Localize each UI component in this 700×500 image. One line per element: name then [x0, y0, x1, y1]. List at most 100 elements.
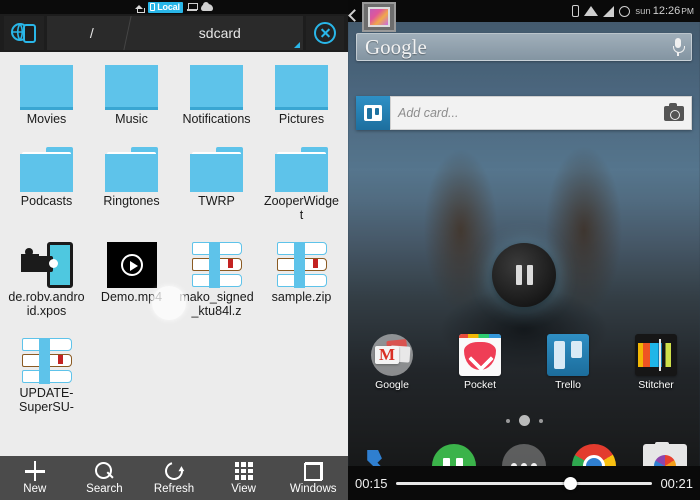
- file-label: de.robv.android.xpos: [8, 290, 85, 318]
- file-item-notifications[interactable]: Notifications: [174, 52, 259, 126]
- apk-icon: [20, 230, 73, 288]
- file-item-sample-zip[interactable]: sample.zip: [259, 230, 344, 318]
- folder-icon: [190, 134, 243, 192]
- file-manager-panel: Local / sdcard Movies Music Notification…: [0, 0, 348, 500]
- scrubber-total-time: 00:21: [660, 475, 693, 491]
- folder-icon: [275, 52, 328, 110]
- local-badge-label: Local: [157, 1, 180, 12]
- scrubber-handle[interactable]: [563, 476, 577, 490]
- file-row: UPDATE-SuperSU-: [4, 326, 344, 414]
- toolbar-windows-button[interactable]: Windows: [278, 456, 348, 500]
- archive-icon: [191, 230, 242, 288]
- status-weekday: sun: [635, 6, 651, 17]
- pause-icon-bar: [526, 265, 533, 285]
- video-scrubber[interactable]: 00:15 00:21: [348, 466, 700, 500]
- file-item-podcasts[interactable]: Podcasts: [4, 134, 89, 222]
- toolbar-label: View: [231, 483, 256, 495]
- folder-icon: [105, 52, 158, 110]
- video-icon: [106, 230, 157, 288]
- app-label: Stitcher: [638, 379, 674, 391]
- file-item-music[interactable]: Music: [89, 52, 174, 126]
- computer-icon[interactable]: [186, 3, 198, 11]
- local-connection-badge[interactable]: Local: [148, 1, 183, 13]
- app-shortcut-google[interactable]: Google: [348, 334, 436, 396]
- toolbar-new-button[interactable]: New: [0, 456, 70, 500]
- fm-status-bar: Local: [0, 0, 348, 14]
- camera-icon[interactable]: [664, 102, 684, 121]
- scrubber-current-time: 00:15: [355, 475, 388, 491]
- page-dot-active[interactable]: [518, 415, 530, 426]
- file-item-ringtones[interactable]: Ringtones: [89, 134, 174, 222]
- screenshot-stage: Local / sdcard Movies Music Notification…: [0, 0, 700, 500]
- toolbar-label: Search: [86, 483, 123, 495]
- toolbar-search-button[interactable]: Search: [70, 456, 140, 500]
- file-label: Podcasts: [20, 194, 73, 208]
- app-shortcut-stitcher[interactable]: Stitcher: [612, 334, 700, 396]
- file-item-supersu-zip[interactable]: UPDATE-SuperSU-: [4, 326, 89, 414]
- file-label: sample.zip: [271, 290, 332, 304]
- file-label: Pictures: [278, 112, 325, 126]
- google-folder-icon: [371, 334, 413, 376]
- bluetooth-icon: [572, 5, 580, 17]
- app-label: Google: [375, 379, 409, 391]
- toolbar-label: New: [23, 483, 47, 495]
- touch-ripple-indicator: [152, 286, 186, 320]
- breadcrumb[interactable]: / sdcard: [47, 16, 303, 50]
- search-icon: [95, 461, 113, 481]
- windows-icon: [303, 461, 323, 481]
- file-item-movies[interactable]: Movies: [4, 52, 89, 126]
- microphone-icon[interactable]: [673, 38, 685, 56]
- toolbar-view-button[interactable]: View: [209, 456, 279, 500]
- trello-widget[interactable]: Add card...: [356, 96, 692, 130]
- breadcrumb-sdcard-label: sdcard: [198, 25, 241, 41]
- page-dot[interactable]: [505, 418, 510, 423]
- file-item-zooperwidget[interactable]: ZooperWidget: [259, 134, 344, 222]
- toolbar-label: Windows: [289, 483, 337, 495]
- toolbar-label: Refresh: [153, 483, 195, 495]
- home-screen-panel: sun 12:26PM Google Add card... M Google …: [348, 0, 700, 500]
- phone-icon: [150, 3, 156, 11]
- grid-icon: [234, 461, 253, 481]
- file-label: Movies: [26, 112, 67, 126]
- file-item-mako-zip[interactable]: mako_signed_ktu84l.z: [174, 230, 259, 318]
- file-label: mako_signed_ktu84l.z: [179, 290, 254, 318]
- cloud-icon[interactable]: [200, 1, 213, 11]
- close-tab-button[interactable]: [306, 16, 344, 50]
- trello-logo-icon: [356, 96, 390, 130]
- wifi-icon: [584, 6, 599, 16]
- pause-button[interactable]: [492, 243, 556, 307]
- app-label: Pocket: [463, 379, 497, 391]
- file-item-twrp[interactable]: TWRP: [174, 134, 259, 222]
- toolbar-refresh-button[interactable]: Refresh: [139, 456, 209, 500]
- breadcrumb-segment-sdcard[interactable]: sdcard: [137, 16, 303, 50]
- file-label: Notifications: [182, 112, 251, 126]
- folder-icon: [20, 134, 73, 192]
- status-clock: sun 12:26PM: [635, 5, 694, 17]
- android-status-bar: sun 12:26PM: [348, 0, 700, 22]
- address-bar: / sdcard: [0, 14, 348, 52]
- breadcrumb-root-label: /: [89, 25, 94, 41]
- add-card-input[interactable]: Add card...: [390, 96, 692, 130]
- app-shortcut-trello[interactable]: Trello: [524, 334, 612, 396]
- device-globe-icon[interactable]: [4, 16, 44, 50]
- app-shortcut-pocket[interactable]: Pocket: [436, 334, 524, 396]
- scrubber-track[interactable]: [395, 476, 653, 490]
- file-grid[interactable]: Movies Music Notifications Pictures Podc…: [0, 52, 348, 456]
- pocket-icon: [459, 334, 501, 376]
- folder-icon: [275, 134, 328, 192]
- page-dot[interactable]: [538, 418, 543, 423]
- pause-icon-bar: [515, 265, 522, 285]
- trello-icon: [547, 334, 589, 376]
- google-search-widget[interactable]: Google: [356, 33, 692, 61]
- add-card-placeholder: Add card...: [398, 106, 459, 120]
- file-row: Podcasts Ringtones TWRP ZooperWidget: [4, 134, 344, 222]
- status-meridiem: PM: [681, 6, 694, 16]
- folder-icon: [190, 52, 243, 110]
- file-item-pictures[interactable]: Pictures: [259, 52, 344, 126]
- folder-icon: [105, 134, 158, 192]
- breadcrumb-segment-root[interactable]: /: [47, 16, 137, 50]
- alarm-icon: [619, 5, 631, 17]
- file-item-xposed-apk[interactable]: de.robv.android.xpos: [4, 230, 89, 318]
- gallery-icon[interactable]: [362, 2, 396, 32]
- google-search-label: Google: [365, 35, 427, 59]
